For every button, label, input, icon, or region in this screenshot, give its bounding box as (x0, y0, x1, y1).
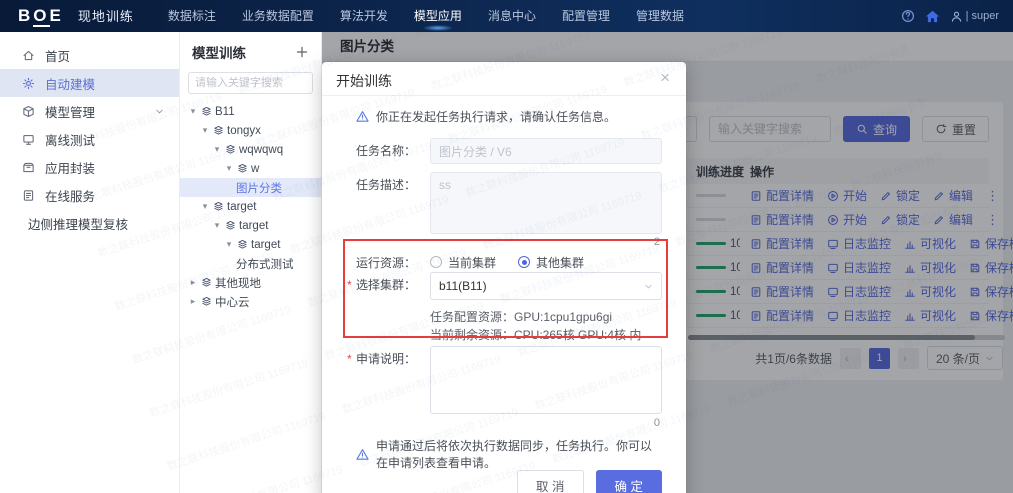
sidebar-item[interactable]: 边侧推理模型复核 (0, 209, 179, 237)
task-name-input (430, 138, 662, 164)
apply-note-label: *申请说明： (356, 346, 430, 372)
nav-item[interactable]: 管理数据 (636, 0, 684, 32)
gear-icon (22, 77, 35, 90)
boe-logo: BOE 现地训练 (18, 6, 134, 26)
sidebar-item[interactable]: 自动建模 (0, 69, 179, 97)
home-icon[interactable] (925, 9, 940, 24)
user-menu[interactable]: | super (950, 10, 999, 23)
sidebar-item[interactable]: 首页 (0, 41, 179, 69)
tree-node[interactable]: ▸其他现地 (180, 273, 321, 292)
nav-item[interactable]: 数据标注 (168, 0, 216, 32)
sidebar-item[interactable]: 应用封装 (0, 153, 179, 181)
task-desc-textarea: ss (430, 172, 662, 234)
confirm-warning: 你正在发起任务执行请求，请确认任务信息。 (356, 108, 662, 125)
caret-icon[interactable]: ▸ (188, 296, 198, 307)
radio-current-cluster[interactable]: 当前集群 (430, 254, 496, 271)
caret-icon[interactable]: ▾ (224, 163, 234, 174)
page: BOE 现地训练 数据标注业务数据配置算法开发模型应用消息中心配置管理管理数据 … (0, 0, 1013, 493)
cluster-select[interactable]: b11(B11) (430, 272, 662, 300)
confirm-button[interactable]: 确 定 (596, 470, 662, 493)
start-training-modal: 开始训练 × 你正在发起任务执行请求，请确认任务信息。 任务名称： 任务描述： … (322, 62, 686, 493)
tree-node[interactable]: ▾target (180, 216, 321, 235)
chevron-down-icon (154, 106, 165, 117)
panel-title: 模型训练 (192, 42, 246, 62)
nav-item[interactable]: 配置管理 (562, 0, 610, 32)
radio-other-cluster[interactable]: 其他集群 (518, 254, 584, 271)
caret-icon[interactable]: ▸ (188, 277, 198, 288)
sidebar-item[interactable]: 在线服务 (0, 181, 179, 209)
layers-icon (225, 220, 236, 231)
chevron-down-icon (643, 281, 654, 292)
user-icon (950, 10, 963, 23)
cancel-button[interactable]: 取 消 (517, 470, 583, 493)
layers-icon (213, 201, 224, 212)
cube-icon (22, 105, 35, 118)
caret-icon[interactable]: ▾ (212, 144, 222, 155)
apply-char-counter: 0 (654, 417, 660, 429)
warning-triangle-icon (356, 110, 369, 123)
layers-icon (213, 125, 224, 136)
task-desc-label: 任务描述： (356, 172, 430, 198)
layers-icon (225, 144, 236, 155)
radio-icon (430, 256, 442, 268)
modal-title: 开始训练 (336, 71, 392, 91)
home-icon (22, 49, 35, 62)
caret-icon[interactable]: ▾ (188, 106, 198, 117)
task-name-label: 任务名称： (356, 138, 430, 164)
tree-node[interactable]: ▾w (180, 159, 321, 178)
caret-icon[interactable]: ▾ (200, 125, 210, 136)
tree-node[interactable]: ▾target (180, 235, 321, 254)
add-model-button[interactable] (295, 45, 309, 59)
tree-node[interactable]: ▾target (180, 197, 321, 216)
help-icon[interactable] (901, 9, 915, 23)
caret-icon[interactable]: ▾ (212, 220, 222, 231)
apply-note-textarea[interactable] (430, 346, 662, 414)
username: | super (966, 10, 999, 22)
package-icon (22, 161, 35, 174)
nav-menu: 数据标注业务数据配置算法开发模型应用消息中心配置管理管理数据 (168, 0, 684, 32)
nav-item[interactable]: 算法开发 (340, 0, 388, 32)
nav-item[interactable]: 消息中心 (488, 0, 536, 32)
model-training-panel: 模型训练 ▾B11▾tongyx▾wqwqwq▾w图片分类▾target▾tar… (180, 32, 322, 493)
tree-node[interactable]: ▾B11 (180, 102, 321, 121)
info-triangle-icon (356, 448, 369, 461)
nav-item[interactable]: 业务数据配置 (242, 0, 314, 32)
modal-header: 开始训练 × (322, 62, 686, 96)
layers-icon (201, 277, 212, 288)
tree-node[interactable]: ▾wqwqwq (180, 140, 321, 159)
monitor-icon (22, 133, 35, 146)
app-title: 现地训练 (78, 6, 134, 25)
sidebar-item[interactable]: 离线测试 (0, 125, 179, 153)
radio-icon (518, 256, 530, 268)
sidebar: 首页自动建模模型管理离线测试应用封装在线服务边侧推理模型复核 (0, 32, 180, 493)
model-tree: ▾B11▾tongyx▾wqwqwq▾w图片分类▾target▾target▾t… (180, 102, 321, 311)
caret-icon[interactable]: ▾ (200, 201, 210, 212)
tree-node[interactable]: ▸中心云 (180, 292, 321, 311)
cluster-radio-group: 当前集群 其他集群 (430, 250, 662, 274)
doc-icon (22, 189, 35, 202)
layers-icon (237, 239, 248, 250)
cluster-select-value: b11(B11) (439, 279, 487, 293)
boe-logo-text: BOE (18, 6, 64, 26)
apply-info: 申请通过后将依次执行数据同步，任务执行。你可以在申请列表查看申请。 (356, 437, 662, 471)
tree-node[interactable]: 图片分类 (180, 178, 321, 197)
sidebar-item[interactable]: 模型管理 (0, 97, 179, 125)
layers-icon (237, 163, 248, 174)
nav-right: | super (901, 9, 1013, 24)
layers-icon (201, 296, 212, 307)
caret-icon[interactable]: ▾ (224, 239, 234, 250)
top-nav: BOE 现地训练 数据标注业务数据配置算法开发模型应用消息中心配置管理管理数据 … (0, 0, 1013, 32)
layers-icon (201, 106, 212, 117)
cluster-select-label: *选择集群： (356, 272, 430, 298)
desc-char-counter: 2 (654, 236, 660, 248)
close-icon[interactable]: × (660, 68, 670, 88)
tree-node[interactable]: 分布式测试 (180, 254, 321, 273)
config-resource-text: 任务配置资源：GPU:1cpu1gpu6gi (356, 308, 662, 325)
tree-search-input[interactable] (188, 72, 313, 94)
tree-node[interactable]: ▾tongyx (180, 121, 321, 140)
nav-item[interactable]: 模型应用 (414, 0, 462, 32)
